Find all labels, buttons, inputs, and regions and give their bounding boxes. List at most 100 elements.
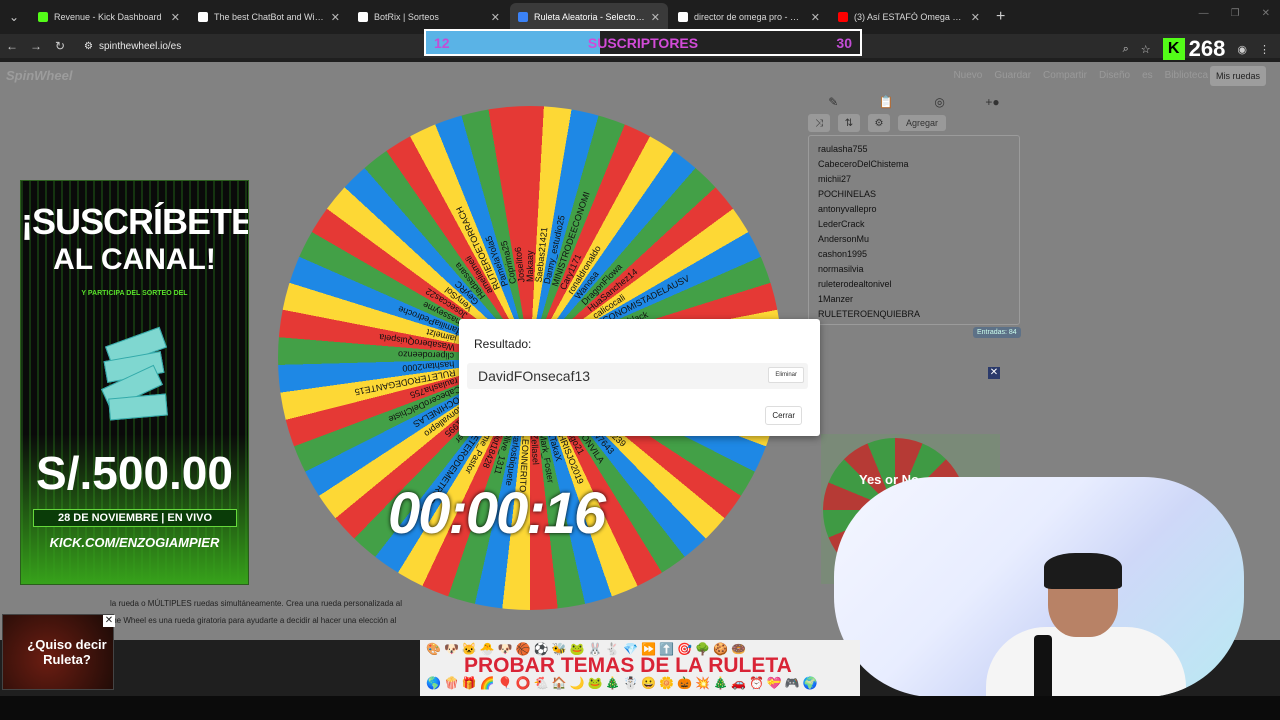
profile-avatar[interactable]: ◉ [1237, 43, 1247, 56]
site-info-icon[interactable]: ⚙ [84, 41, 93, 52]
tab-close-icon[interactable]: ✕ [651, 11, 660, 24]
window-controls: — ❐ ✕ [1199, 8, 1270, 19]
browser-tab[interactable]: director de omega pro - Buscar ✕ [670, 3, 828, 31]
money-stack-icon [101, 326, 171, 426]
entry-item[interactable]: POCHINELAS [818, 187, 1010, 202]
maximize-icon[interactable]: ❐ [1231, 8, 1240, 19]
kick-viewer-number: 268 [1188, 36, 1226, 61]
roulette-ad-close-icon[interactable]: ✕ [103, 615, 115, 627]
edit-pencil-icon[interactable]: ✎ [828, 95, 838, 109]
subscriber-current: 12 [434, 34, 450, 51]
tab-close-icon[interactable]: ✕ [171, 11, 180, 24]
top-menu-item[interactable]: Guardar [994, 70, 1031, 81]
browser-tab[interactable]: The best ChatBot and Widgets ✕ [190, 3, 348, 31]
reload-icon[interactable]: ↻ [48, 39, 72, 53]
top-menu-item[interactable]: es [1142, 70, 1153, 81]
tab-title: director de omega pro - Buscar [694, 12, 805, 22]
site-top-menu: Nuevo Guardar Compartir Diseño es Biblioteca [953, 70, 1208, 81]
subscribe-ad-banner: ¡SUSCRÍBETE AL CANAL! Y PARTICIPA DEL SO… [20, 180, 249, 585]
tab-title: Ruleta Aleatoria - Selector Pers [534, 12, 645, 22]
browser-tab[interactable]: (3) Así ESTAFÓ Omega Pro a Su ✕ [830, 3, 988, 31]
taskbar [0, 696, 1280, 720]
streamer-hair [1044, 553, 1122, 589]
zoom-icon[interactable]: ⌕ [1123, 43, 1129, 56]
tab-favicon-icon [838, 12, 848, 22]
entry-item[interactable]: LederCrack [818, 217, 1010, 232]
ad-title-line1: ¡SUSCRÍBETE [21, 201, 249, 242]
bookmark-star-icon[interactable]: ☆ [1141, 43, 1151, 56]
back-icon[interactable]: ← [0, 39, 24, 53]
entry-item[interactable]: michii27 [818, 172, 1010, 187]
microphone-icon [1034, 635, 1052, 697]
result-dialog-title: Resultado: [474, 337, 532, 351]
promo-title: PROBAR TEMAS DE LA RULETA [464, 654, 792, 677]
entry-item[interactable]: AndersonMu [818, 232, 1010, 247]
roulette-ad-text: ¿Quiso decir Ruleta? [27, 637, 107, 667]
tab-favicon-icon [198, 12, 208, 22]
tab-title: BotRix | Sorteos [374, 12, 439, 22]
entries-list[interactable]: raulasha755 CabeceroDelChistema michii27 PO… [808, 135, 1020, 325]
roulette-ad[interactable]: ¿Quiso decir Ruleta? [2, 614, 114, 690]
entry-item[interactable]: normasilvia [818, 262, 1010, 277]
ad-title-line2: AL CANAL! [53, 243, 216, 276]
tab-favicon-icon [38, 12, 48, 22]
subscriber-label: SUSCRIPTORES [587, 34, 699, 51]
url-field[interactable]: ⚙ spinthewheel.io/es [84, 41, 181, 52]
tab-search-chevron-icon[interactable]: ⌄ [2, 5, 26, 29]
entry-item[interactable]: 1Manzer [818, 292, 1010, 307]
browser-tab[interactable]: Ruleta Aleatoria - Selector Pers ✕ [510, 3, 668, 31]
clipboard-icon[interactable]: 📋 [879, 95, 894, 109]
entries-count-badge: Entradas: 84 [973, 327, 1021, 338]
top-menu-item[interactable]: Compartir [1043, 70, 1087, 81]
my-wheels-button[interactable]: Mis ruedas [1209, 66, 1266, 86]
ad-subtitle: Y PARTICIPA DEL SORTEO DEL [81, 290, 188, 297]
entries-toolbar: ✎ 📋 ◎ +● ⤨ ⇅ ⚙ Agregar [808, 92, 1020, 132]
site-logo[interactable]: SpinWheel [6, 68, 72, 83]
remove-winner-button[interactable]: Eliminar [768, 367, 804, 383]
entry-item[interactable]: ruleterodealtonivel [818, 277, 1010, 292]
tab-close-icon[interactable]: ✕ [971, 11, 980, 24]
countdown-timer: 00:00:16 [388, 481, 606, 546]
entry-item[interactable]: raulasha755 [818, 142, 1010, 157]
settings-button[interactable]: ⚙ [868, 114, 890, 132]
promo-emoji-row-bottom: 🌎🍿🎁🌈🎈⭕🐔🏠🌙🐸🎄☃️😀🌼🎃💥🎄🚗⏰💝🎮🌍 [426, 676, 821, 690]
streamer-shirt [986, 627, 1186, 697]
add-entry-button[interactable]: Agregar [898, 115, 947, 131]
tab-favicon-icon [518, 12, 528, 22]
kick-viewer-count: K 268 [1162, 36, 1226, 62]
entry-item[interactable]: CabeceroDelChistema [818, 157, 1010, 172]
description-line1: la rueda o MÚLTIPLES ruedas simultáneame… [110, 599, 403, 608]
forward-icon[interactable]: → [24, 39, 48, 53]
subscriber-goal-bar: 12 SUSCRIPTORES 30 [424, 29, 862, 56]
top-menu-item[interactable]: Biblioteca [1165, 70, 1208, 81]
top-menu-item[interactable]: Nuevo [953, 70, 982, 81]
tab-title: The best ChatBot and Widgets [214, 12, 325, 22]
theme-promo-banner[interactable]: 🎨🐶🐱🐣🐶🏀⚽🐝🐸🐰🐇💎⏩⬆️🎯🌳🍪🍩 PROBAR TEMAS DE LA R… [420, 640, 860, 696]
entry-item[interactable]: RULETEROENQUIEBRA [818, 307, 1010, 322]
streamer-webcam [834, 477, 1244, 697]
new-tab-button[interactable]: + [996, 8, 1005, 26]
tab-favicon-icon [358, 12, 368, 22]
browser-tab[interactable]: Revenue - Kick Dashboard ✕ [30, 3, 188, 31]
result-box: DavidFOnsecaf13 Eliminar [467, 363, 808, 389]
tab-title: (3) Así ESTAFÓ Omega Pro a Su [854, 12, 965, 22]
menu-dots-icon[interactable]: ⋮ [1259, 43, 1270, 56]
tab-close-icon[interactable]: ✕ [491, 11, 500, 24]
top-menu-item[interactable]: Diseño [1099, 70, 1130, 81]
ad-close-icon[interactable]: ✕ [988, 367, 1000, 379]
entry-item[interactable]: cashon1995 [818, 247, 1010, 262]
tab-close-icon[interactable]: ✕ [331, 11, 340, 24]
color-plus-icon[interactable]: +● [985, 95, 999, 109]
close-window-icon[interactable]: ✕ [1262, 8, 1270, 19]
hide-eye-icon[interactable]: ◎ [934, 95, 944, 109]
minimize-icon[interactable]: — [1199, 8, 1209, 19]
ad-url: KICK.COM/ENZOGIAMPIER [49, 535, 220, 550]
tab-close-icon[interactable]: ✕ [811, 11, 820, 24]
shuffle-button[interactable]: ⤨ [808, 114, 830, 132]
browser-tab[interactable]: BotRix | Sorteos ✕ [350, 3, 508, 31]
entry-item[interactable]: antonyvallepro [818, 202, 1010, 217]
close-dialog-button[interactable]: Cerrar [765, 406, 802, 425]
sort-button[interactable]: ⇅ [838, 114, 860, 132]
browser-right-nav: ⌕ ☆ K 268 ◉ ⋮ [1123, 36, 1270, 62]
description-line2: the Wheel es una rueda giratoria para ay… [110, 616, 397, 625]
